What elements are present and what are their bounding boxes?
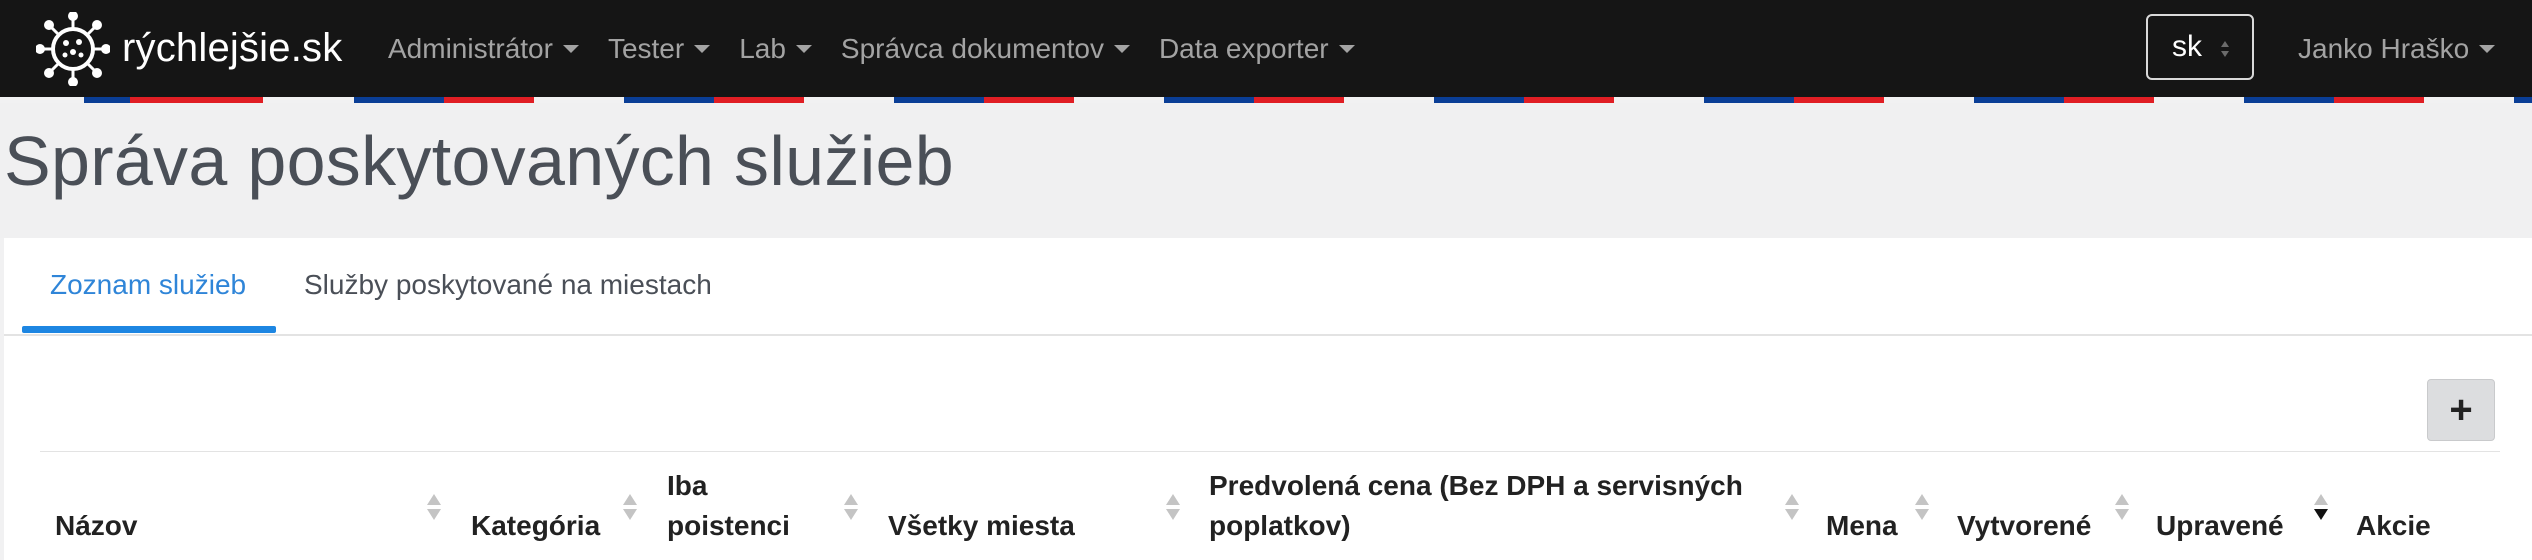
menu-lab[interactable]: Lab	[739, 33, 812, 65]
sort-icon[interactable]	[1165, 493, 1181, 521]
column-header-currency[interactable]: Mena	[1826, 506, 1898, 546]
column-label: Všetky miesta	[888, 510, 1075, 541]
menu-label: Lab	[739, 32, 786, 64]
user-menu[interactable]: Janko Hraško	[2298, 0, 2496, 97]
column-label: Kategória	[471, 510, 601, 541]
sort-desc-icon[interactable]	[2313, 493, 2329, 521]
column-label: Názov	[55, 510, 138, 541]
language-select[interactable]: sk	[2146, 14, 2254, 80]
plus-icon: +	[2449, 388, 2473, 432]
sort-icon[interactable]	[2114, 493, 2130, 521]
sort-icon[interactable]	[622, 493, 638, 521]
language-value: sk	[2172, 30, 2202, 63]
tab-service-list[interactable]: Zoznam služieb	[50, 269, 246, 301]
brand-name: rýchlejšie.sk	[122, 26, 343, 70]
caret-down-icon	[1338, 44, 1355, 53]
virus-logo-icon	[36, 11, 110, 86]
menu-document-manager[interactable]: Správca dokumentov	[841, 33, 1130, 65]
sort-icon[interactable]	[426, 493, 442, 521]
menu-label: Správca dokumentov	[840, 32, 1104, 64]
menu-administrator[interactable]: Administrátor	[388, 33, 579, 65]
column-label: Mena	[1826, 510, 1898, 541]
main-menu: Administrátor Tester Lab Správca dokumen…	[388, 0, 1384, 97]
select-arrows-icon	[2221, 41, 2229, 57]
top-navbar: rýchlejšie.sk Administrátor Tester Lab S…	[0, 0, 2532, 97]
page-header: Správa poskytovaných služieb	[0, 103, 2532, 238]
caret-down-icon	[2479, 44, 2496, 53]
menu-label: Tester	[607, 32, 685, 64]
column-label: Akcie	[2356, 510, 2431, 541]
brand-link[interactable]: rýchlejšie.sk	[36, 11, 342, 86]
column-label: Vytvorené	[1957, 510, 2092, 541]
column-label: poistenci	[667, 510, 790, 541]
page-title: Správa poskytovaných služieb	[4, 122, 955, 200]
menu-tester[interactable]: Tester	[607, 32, 711, 65]
column-label: Upravené	[2156, 510, 2284, 541]
menu-data-exporter[interactable]: Data exporter	[1159, 33, 1355, 65]
tab-services-at-locations[interactable]: Služby poskytované na miestach	[304, 269, 712, 301]
user-name: Janko Hraško	[2298, 32, 2470, 64]
column-header-actions: Akcie	[2356, 506, 2431, 546]
sort-icon[interactable]	[1914, 493, 1930, 521]
caret-down-icon	[694, 44, 711, 53]
column-header-insured-only[interactable]: Iba poistenci	[667, 466, 790, 546]
column-label-line1: Iba	[667, 470, 708, 501]
column-label: poplatkov)	[1209, 510, 1351, 541]
add-service-button[interactable]: +	[2427, 379, 2495, 441]
caret-down-icon	[1113, 44, 1130, 53]
caret-down-icon	[562, 44, 579, 53]
active-tab-indicator	[22, 326, 276, 333]
column-header-name[interactable]: Názov	[55, 506, 137, 546]
menu-label: Administrátor	[388, 32, 553, 64]
tabs: Zoznam služieb Služby poskytované na mie…	[4, 238, 2532, 336]
column-header-created[interactable]: Vytvorené	[1957, 506, 2091, 546]
column-header-all-locations[interactable]: Všetky miesta	[888, 506, 1075, 546]
sort-icon[interactable]	[1784, 493, 1800, 521]
sort-icon[interactable]	[843, 493, 859, 521]
table-divider	[40, 451, 2500, 452]
column-label-line1: Predvolená cena (Bez DPH a servisných	[1209, 470, 1743, 501]
caret-down-icon	[795, 44, 812, 53]
column-header-category[interactable]: Kategória	[471, 506, 600, 546]
column-header-updated[interactable]: Upravené	[2156, 506, 2284, 546]
column-header-default-price[interactable]: Predvolená cena (Bez DPH a servisných po…	[1209, 466, 1743, 546]
services-card: Zoznam služieb Služby poskytované na mie…	[4, 238, 2532, 560]
menu-label: Data exporter	[1158, 32, 1329, 64]
